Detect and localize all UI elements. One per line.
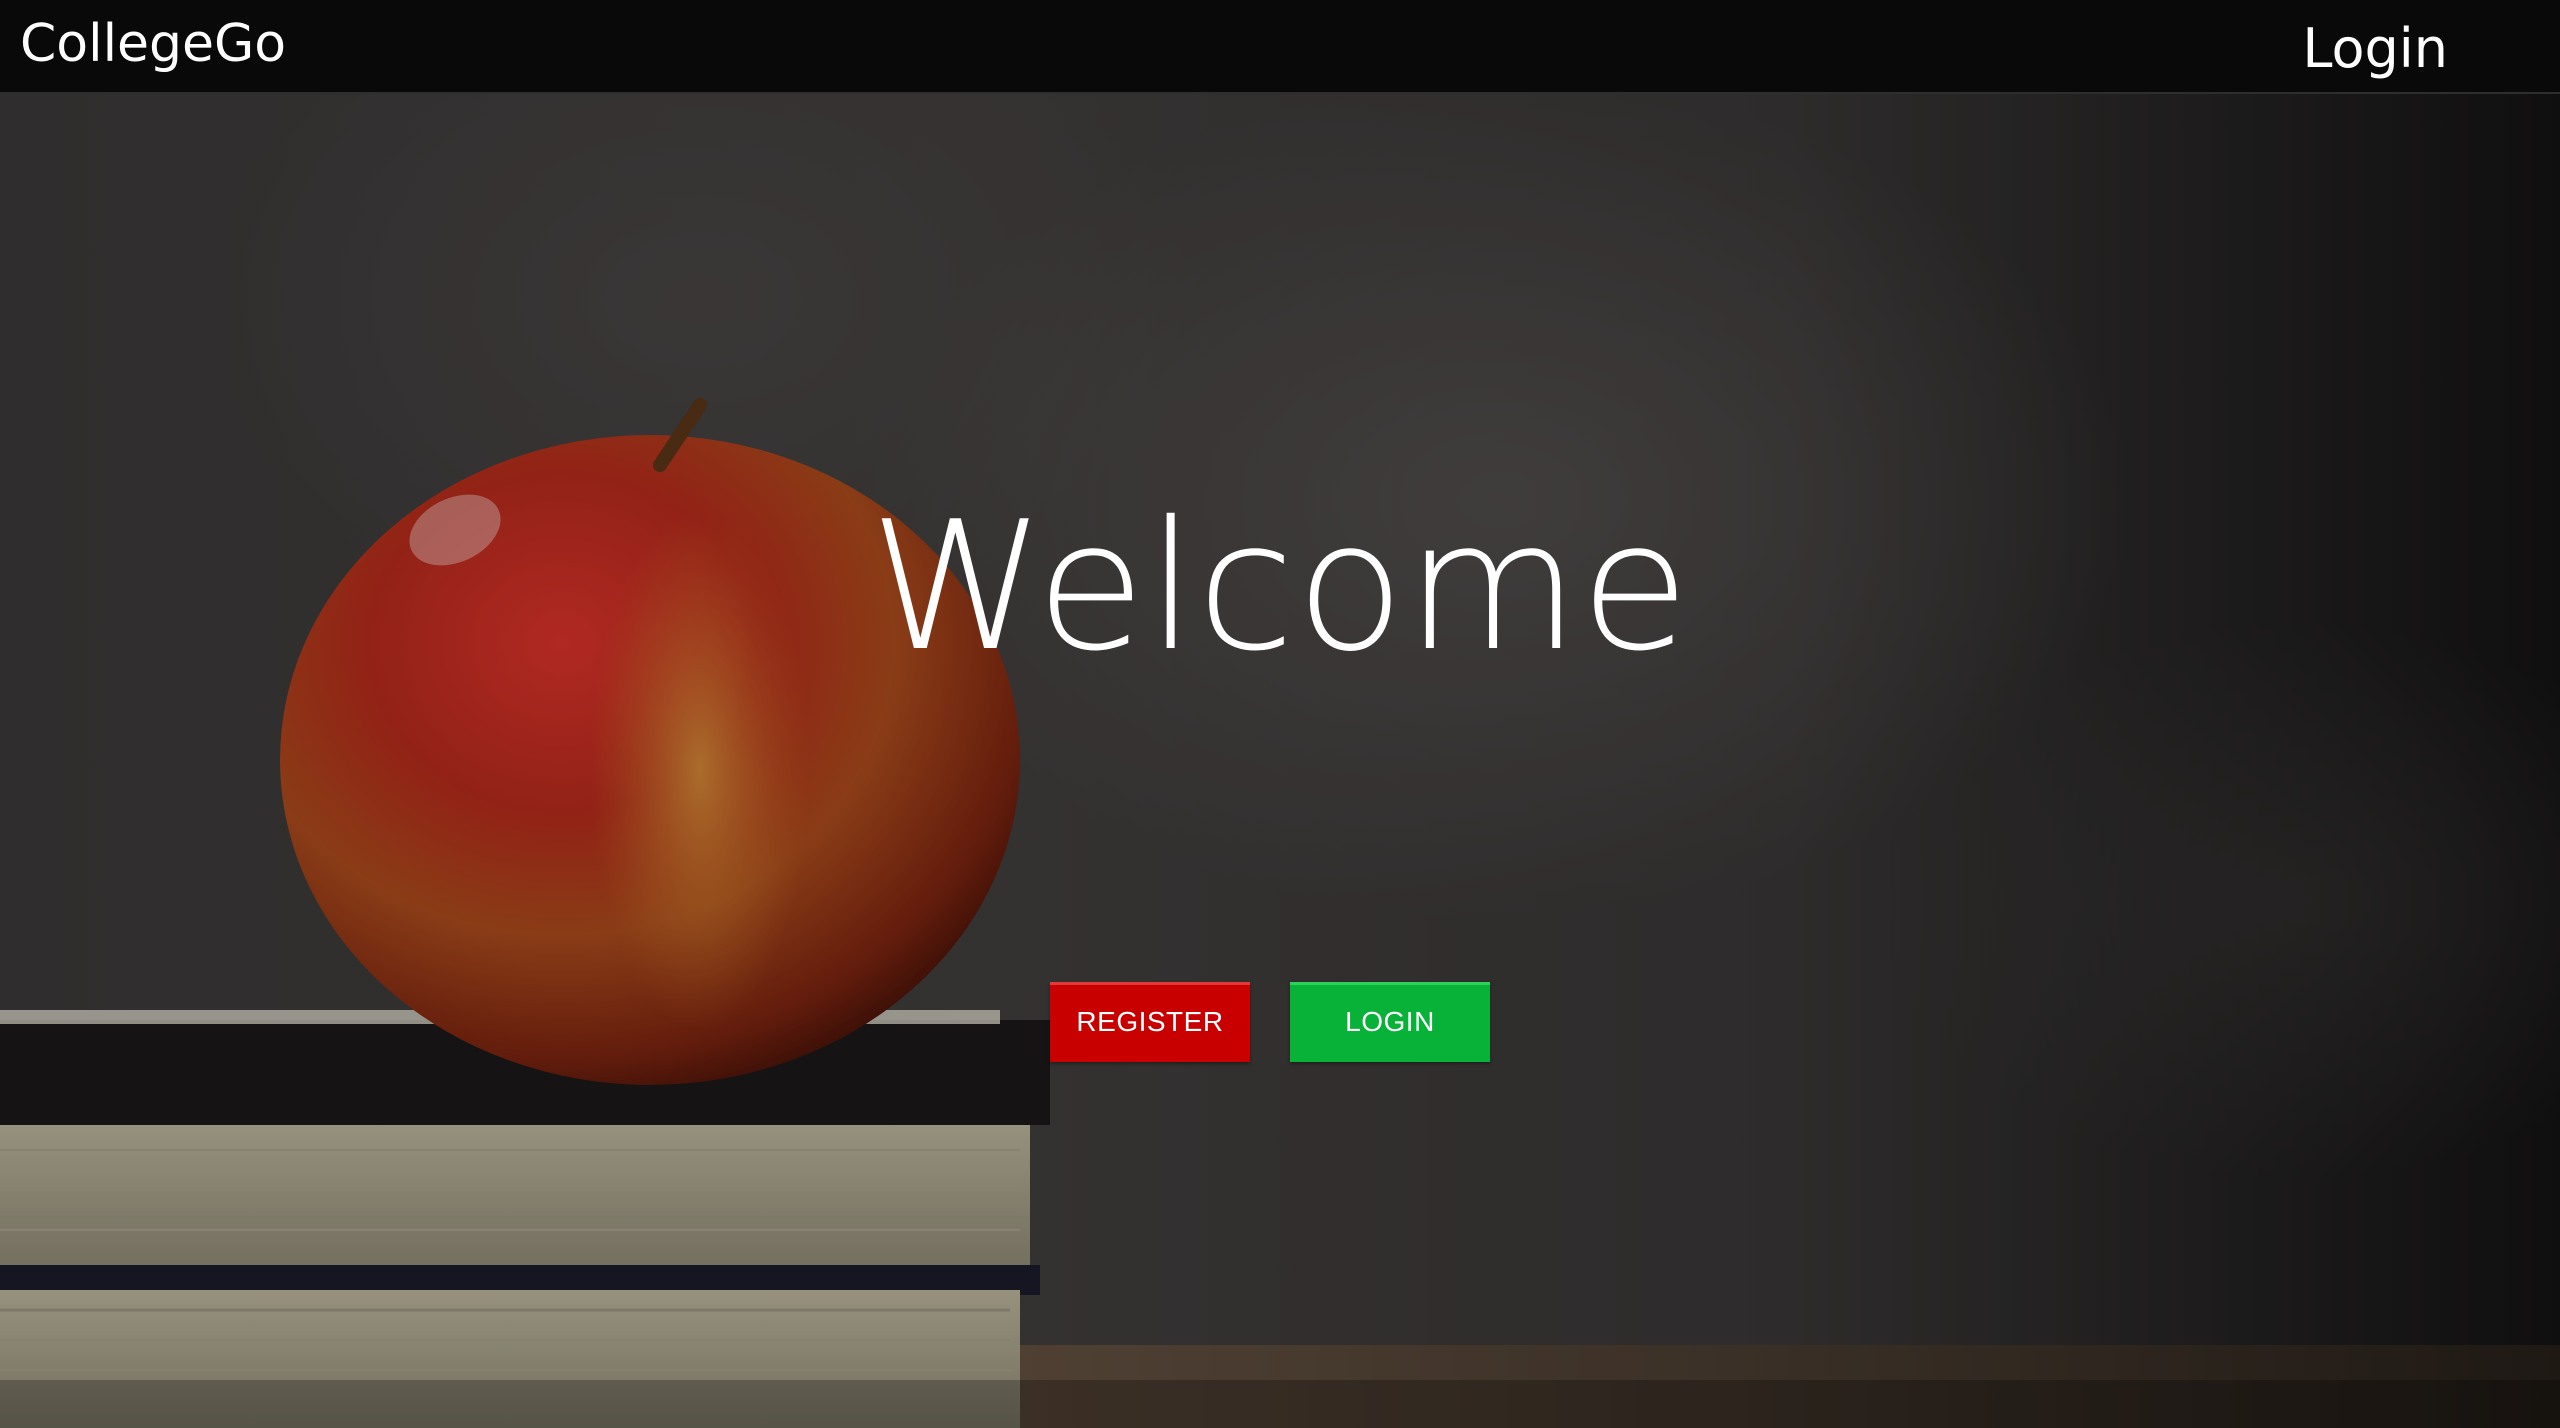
background-overlay bbox=[0, 0, 2560, 1428]
login-button[interactable]: LOGIN bbox=[1290, 982, 1490, 1062]
brand-logo-link[interactable]: CollegeGo bbox=[20, 18, 286, 70]
register-button[interactable]: REGISTER bbox=[1050, 982, 1250, 1062]
welcome-heading: Welcome bbox=[869, 483, 1691, 690]
nav-login-link[interactable]: Login bbox=[2302, 22, 2448, 76]
landing-page: CollegeGo Login Welcome REGISTER LOGIN bbox=[0, 0, 2560, 1428]
top-navbar: CollegeGo Login bbox=[0, 0, 2560, 94]
